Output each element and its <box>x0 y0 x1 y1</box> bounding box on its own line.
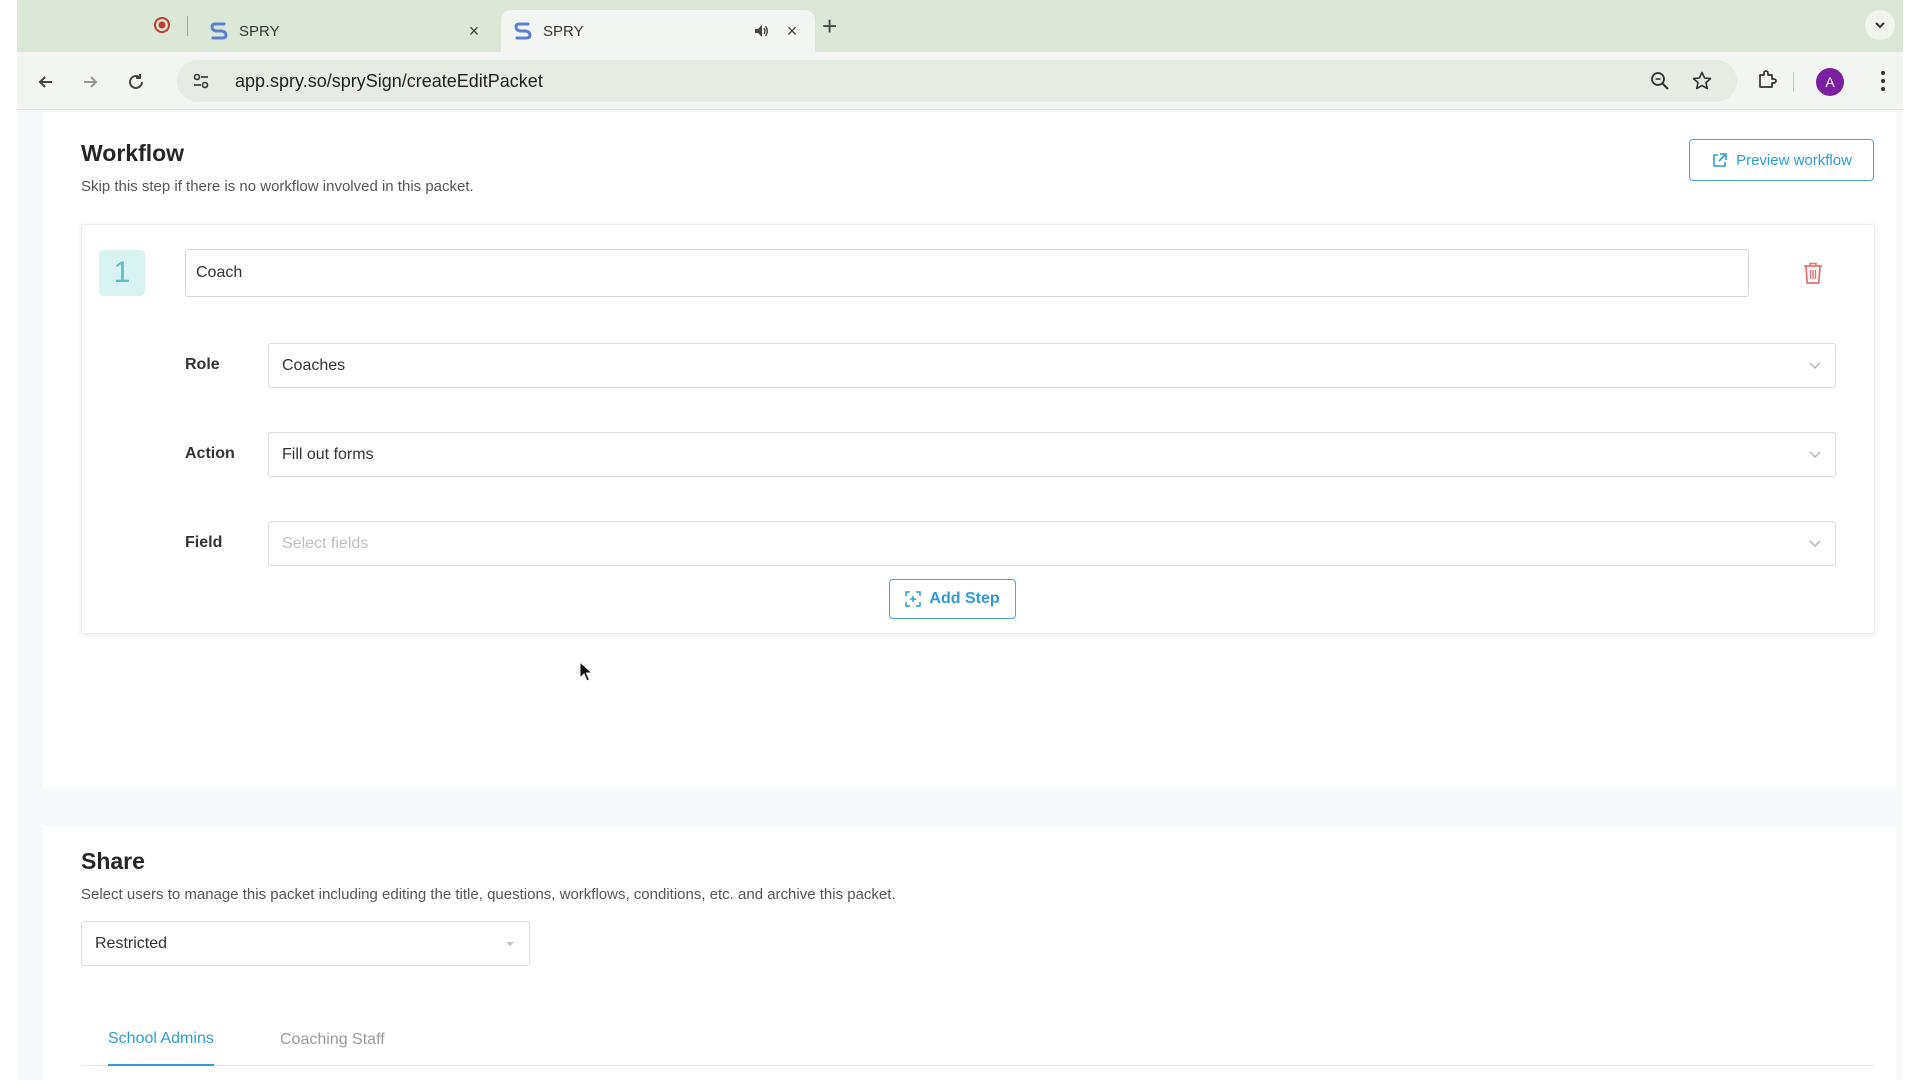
browser-window: SPRY × SPRY × + app.spry.so/sprySign/cre… <box>17 0 1903 1080</box>
chevron-down-icon <box>1809 450 1821 458</box>
url-text[interactable]: app.spry.so/sprySign/createEditPacket <box>235 71 543 92</box>
preview-workflow-button[interactable]: Preview workflow <box>1689 139 1874 181</box>
back-arrow-icon[interactable] <box>31 67 61 97</box>
access-select[interactable]: Restricted <box>81 921 530 966</box>
add-step-icon <box>905 591 922 607</box>
chevron-down-icon <box>1809 361 1821 369</box>
caret-down-icon <box>506 941 514 946</box>
share-tabs: School Admins Coaching Staff <box>81 1014 1875 1066</box>
address-bar[interactable]: app.spry.so/sprySign/createEditPacket <box>177 60 1737 102</box>
star-icon[interactable] <box>1691 70 1713 97</box>
share-title: Share <box>81 848 145 874</box>
workflow-step-card: 1 Role Coaches Action Fill out forms Fie… <box>81 224 1875 634</box>
action-label: Action <box>185 445 235 462</box>
add-step-button[interactable]: Add Step <box>889 579 1016 619</box>
tab-strip: SPRY × SPRY × + <box>17 0 1903 52</box>
plus-icon[interactable]: + <box>822 12 837 40</box>
browser-tab-2[interactable]: SPRY × <box>501 10 815 52</box>
chevron-down-icon[interactable] <box>1865 10 1895 40</box>
reload-icon[interactable] <box>121 67 151 97</box>
workflow-section: Workflow Skip this step if there is no w… <box>43 112 1896 787</box>
chevron-down-icon <box>1809 539 1821 547</box>
workflow-subtitle: Skip this step if there is no workflow i… <box>81 178 474 195</box>
field-label: Field <box>185 534 223 551</box>
profile-avatar[interactable]: A <box>1816 68 1844 96</box>
access-value: Restricted <box>95 934 168 952</box>
browser-toolbar: app.spry.so/sprySign/createEditPacket A <box>17 52 1903 110</box>
external-link-icon <box>1713 152 1727 167</box>
preview-workflow-label: Preview workflow <box>1736 151 1852 169</box>
speaker-icon[interactable] <box>751 21 771 41</box>
role-select[interactable]: Coaches <box>268 343 1836 388</box>
spry-logo-icon <box>210 22 228 40</box>
step-number-badge: 1 <box>99 250 145 296</box>
tab-school-admins[interactable]: School Admins <box>108 1014 214 1066</box>
tab-coaching-staff[interactable]: Coaching Staff <box>280 1014 385 1066</box>
tune-icon[interactable] <box>191 71 211 96</box>
add-step-label: Add Step <box>929 590 1000 607</box>
browser-tab-1[interactable]: SPRY × <box>197 10 497 52</box>
trash-icon[interactable] <box>1791 251 1835 295</box>
close-icon[interactable]: × <box>781 21 803 42</box>
magnifier-icon[interactable] <box>1649 70 1671 97</box>
spry-logo-icon <box>514 22 532 40</box>
tab-title: SPRY <box>239 22 280 40</box>
record-icon[interactable] <box>151 14 173 36</box>
toolbar-divider <box>1793 72 1794 92</box>
share-subtitle: Select users to manage this packet inclu… <box>81 886 896 903</box>
tab-title: SPRY <box>543 22 584 40</box>
forward-arrow-icon[interactable] <box>75 67 105 97</box>
mouse-cursor-icon <box>579 661 593 682</box>
close-icon[interactable]: × <box>463 21 485 42</box>
step-name-input[interactable] <box>185 249 1749 297</box>
role-value: Coaches <box>282 356 346 374</box>
role-label: Role <box>185 356 220 373</box>
action-select[interactable]: Fill out forms <box>268 432 1836 477</box>
workflow-title: Workflow <box>81 140 185 166</box>
field-select[interactable]: Select fields <box>268 521 1836 566</box>
action-value: Fill out forms <box>282 445 374 463</box>
tab-separator <box>187 16 188 36</box>
field-placeholder: Select fields <box>282 534 369 552</box>
kebab-icon[interactable] <box>1871 68 1895 99</box>
puzzle-icon[interactable] <box>1755 67 1779 96</box>
share-section: Share Select users to manage this packet… <box>43 826 1896 1080</box>
